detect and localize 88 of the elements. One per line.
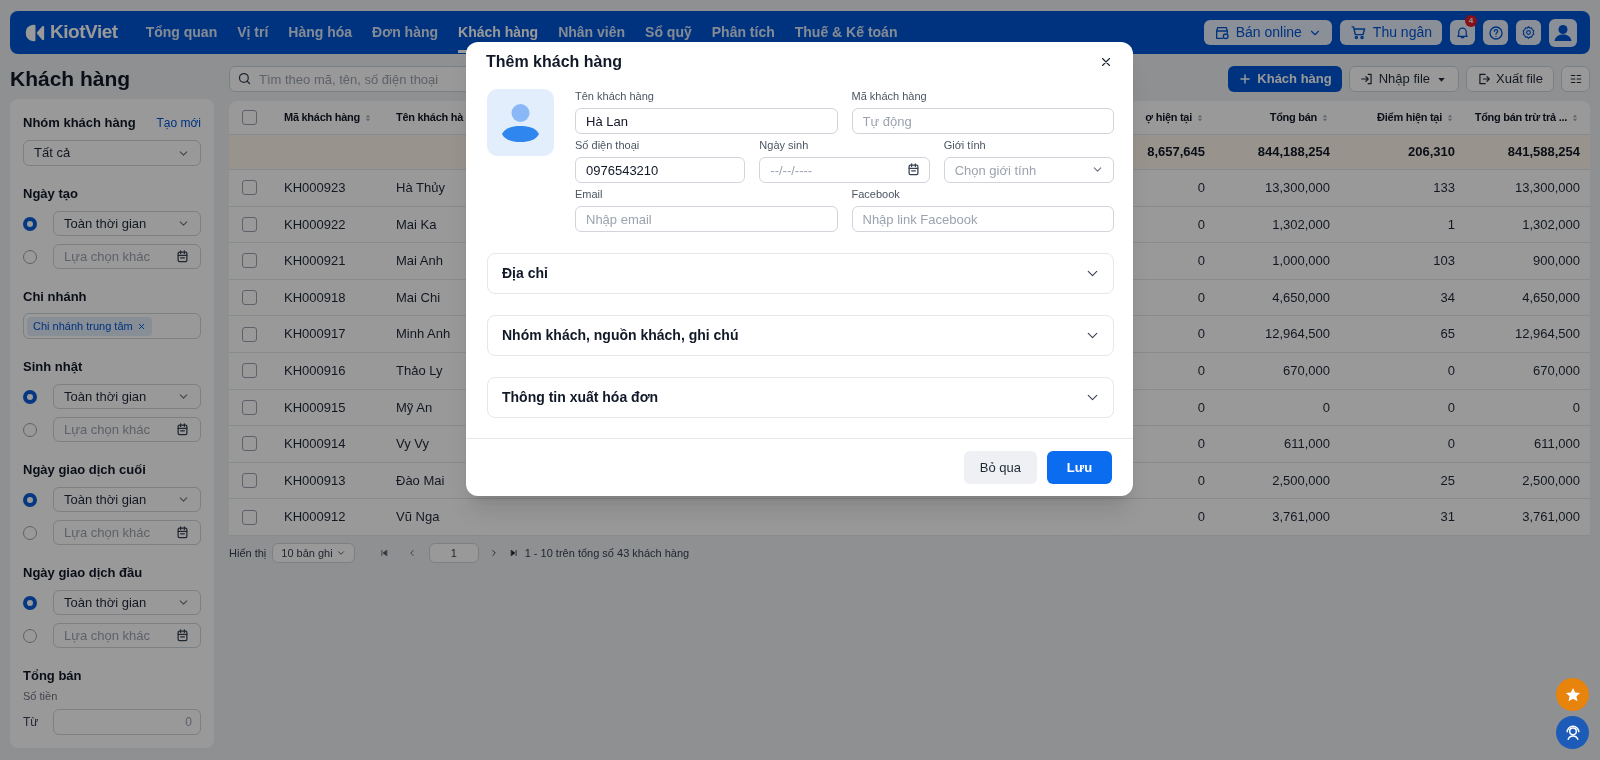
table-cell-text: 1,000,000: [1272, 252, 1330, 271]
section-title: Nhóm khách, nguồn khách, ghi chú: [502, 326, 739, 345]
table-cell-text: 0: [1197, 215, 1205, 234]
table-cell-text: Đào Mai: [396, 471, 445, 490]
table-cell-text: Mai Ka: [396, 215, 437, 234]
table-cell-text: 0: [1197, 362, 1205, 380]
table-cell-text: 0: [1197, 252, 1205, 271]
table-cell-text: 0: [1197, 435, 1205, 454]
show-label: Hiển thị: [229, 545, 267, 561]
table-cell-text: 4,650,000: [1522, 288, 1580, 307]
pagination-summary: 1 - 10 trên tổng số 43 khách hàng: [524, 545, 690, 561]
filter-heading: Tổng bán: [23, 667, 82, 686]
table-cell-text: 65: [1440, 325, 1455, 344]
table-cell-text: KH000914: [284, 435, 346, 454]
table-cell-text: Mỹ An: [396, 398, 433, 417]
table-cell-text: 13,300,000: [1514, 179, 1580, 198]
table-cell-text: 670,000: [1533, 362, 1580, 380]
table-cell-text: 2,500,000: [1522, 471, 1580, 490]
field-label: Email: [575, 187, 604, 201]
table-cell-text: 31: [1440, 508, 1455, 527]
section-title: Địa chỉ: [502, 264, 548, 283]
summary-cell-text: 841,588,254: [1506, 143, 1580, 162]
table-cell-text: Thảo Ly: [396, 362, 443, 380]
table-cell-text: KH000922: [284, 215, 346, 234]
page-title: Khách hàng: [10, 66, 132, 91]
from-label: Từ: [23, 713, 39, 731]
table-cell-text: KH000923: [284, 179, 346, 198]
table-cell-text: KH000913: [284, 471, 346, 490]
table-cell-text: 0: [1447, 435, 1455, 454]
table-cell-text: 0: [1447, 398, 1455, 417]
table-cell-text: Minh Anh: [396, 325, 451, 344]
field-label: Facebook: [851, 187, 901, 201]
filter-heading: Chi nhánh: [23, 288, 87, 307]
table-cell-text: KH000916: [284, 362, 346, 380]
table-cell-text: 3,761,000: [1272, 508, 1330, 527]
table-cell-text: 0: [1322, 398, 1330, 417]
field-label: Mã khách hàng: [851, 89, 928, 103]
table-cell-text: 1,302,000: [1272, 215, 1330, 234]
table-cell-text: 0: [1197, 288, 1205, 307]
table-cell-text: 133: [1433, 179, 1455, 198]
field-label: Giới tính: [943, 138, 987, 152]
table-cell-text: Vũ Nga: [396, 508, 440, 527]
table-cell-text: Mai Chi: [396, 288, 441, 307]
table-cell-text: Vy Vy: [396, 435, 429, 454]
table-cell-text: 0: [1197, 325, 1205, 344]
table-cell-text: 12,964,500: [1264, 325, 1330, 344]
table-cell-text: 900,000: [1533, 252, 1580, 271]
table-cell-text: 670,000: [1283, 362, 1330, 380]
table-cell-text: KH000912: [284, 508, 346, 527]
table-cell-text: 611,000: [1283, 435, 1330, 454]
table-cell-text: 25: [1440, 471, 1455, 490]
table-cell-text: 611,000: [1533, 435, 1580, 454]
filter-heading: Nhóm khách hàng: [23, 114, 136, 133]
summary-cell-text: 206,310: [1407, 143, 1455, 162]
table-cell-text: 103: [1433, 252, 1455, 271]
filter-heading: Sinh nhật: [23, 358, 83, 377]
amount-label: Số tiền: [23, 689, 59, 704]
table-cell-text: KH000917: [284, 325, 346, 344]
table-cell-text: Mai Anh: [396, 252, 443, 271]
table-cell-text: 34: [1440, 288, 1455, 307]
filter-heading: Ngày giao dịch cuối: [23, 461, 146, 480]
table-cell-text: 13,300,000: [1264, 179, 1330, 198]
field-label: Tên khách hàng: [575, 89, 655, 103]
table-cell-text: Hà Thủy: [396, 179, 445, 198]
table-cell-text: 2,500,000: [1272, 471, 1330, 490]
table-cell-text: 1,302,000: [1522, 215, 1580, 234]
field-label: Ngày sinh: [759, 138, 810, 152]
table-cell-text: 0: [1197, 508, 1205, 527]
table-cell-text: 3,761,000: [1522, 508, 1580, 527]
table-cell-text: KH000918: [284, 288, 346, 307]
table-cell-text: KH000921: [284, 252, 346, 271]
table-cell-text: 4,650,000: [1272, 288, 1330, 307]
table-cell-text: 0: [1447, 362, 1455, 380]
field-label: Số điện thoại: [575, 138, 641, 152]
summary-cell-text: 8,657,645: [1146, 143, 1205, 162]
summary-cell-text: 844,188,254: [1256, 143, 1330, 162]
table-cell-text: 12,964,500: [1514, 325, 1580, 344]
filter-heading: Ngày giao dịch đầu: [23, 564, 143, 583]
table-cell-text: KH000915: [284, 398, 346, 417]
table-cell-text: 1: [1447, 215, 1455, 234]
table-cell-text: 0: [1197, 398, 1205, 417]
filter-heading: Ngày tạo: [23, 185, 78, 204]
notification-badge: 4: [1465, 15, 1477, 27]
logo-text: KiotViet: [50, 20, 118, 45]
table-cell-text: 0: [1197, 471, 1205, 490]
table-cell-text: 0: [1197, 179, 1205, 198]
table-cell-text: 0: [1572, 398, 1580, 417]
section-title: Thông tin xuất hóa đơn: [502, 388, 659, 407]
